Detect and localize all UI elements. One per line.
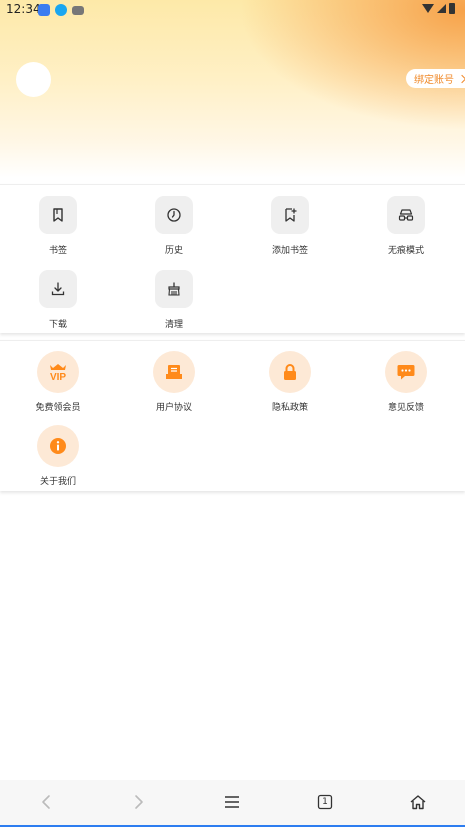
download-icon <box>39 270 77 308</box>
tv-app-icon <box>38 4 50 16</box>
tabs-icon[interactable]: 1 <box>315 792 335 812</box>
tool-label: 清理 <box>164 320 183 330</box>
info-icon <box>37 425 79 467</box>
status-time: 12:34 <box>6 2 41 16</box>
vip-crown-icon: VIP <box>37 351 79 393</box>
wifi-icon <box>422 4 434 13</box>
signal-icon <box>437 4 446 13</box>
tool-label: 书签 <box>48 246 67 256</box>
menu-icon[interactable] <box>222 792 242 812</box>
tool-bookmarks[interactable]: 书签 <box>0 196 116 256</box>
tool-incognito[interactable]: 无痕模式 <box>348 196 464 256</box>
tool-label: 下载 <box>48 320 67 330</box>
tool-label: 无痕模式 <box>387 246 424 256</box>
incognito-glasses-icon <box>387 196 425 234</box>
service-user-agreement[interactable]: 用户协议 <box>116 351 232 413</box>
service-label: 用户协议 <box>155 403 192 413</box>
service-free-vip[interactable]: VIP 免费领会员 <box>0 351 116 413</box>
service-privacy-policy[interactable]: 隐私政策 <box>232 351 348 413</box>
back-arrow-icon[interactable] <box>36 792 56 812</box>
bottom-nav: 1 <box>0 780 465 827</box>
service-label: 免费领会员 <box>35 403 81 413</box>
vip-text: VIP <box>50 372 66 383</box>
services-card: VIP 免费领会员 用户协议 隐私政策 意见反馈 关于我们 <box>0 340 465 491</box>
chevron-right-icon <box>457 74 465 83</box>
home-icon[interactable] <box>408 792 428 812</box>
profile-header: 12:34 绑定账号 <box>0 0 465 178</box>
qq-app-icon <box>55 4 67 16</box>
tab-count: 1 <box>322 797 328 807</box>
tool-clean[interactable]: 清理 <box>116 270 232 330</box>
game-app-icon <box>72 6 84 15</box>
privacy-lock-icon <box>269 351 311 393</box>
tool-label: 添加书签 <box>271 246 308 256</box>
status-bar: 12:34 <box>0 0 465 20</box>
history-clock-icon <box>155 196 193 234</box>
tool-add-bookmark[interactable]: 添加书签 <box>232 196 348 256</box>
service-label: 隐私政策 <box>271 403 308 413</box>
tool-history[interactable]: 历史 <box>116 196 232 256</box>
bind-account-button[interactable]: 绑定账号 <box>406 69 465 88</box>
service-label: 意见反馈 <box>387 403 424 413</box>
service-about-us[interactable]: 关于我们 <box>0 425 116 487</box>
tool-download[interactable]: 下载 <box>0 270 116 330</box>
service-label: 关于我们 <box>39 477 76 487</box>
add-bookmark-icon <box>271 196 309 234</box>
bookmark-icon <box>39 196 77 234</box>
feedback-chat-icon <box>385 351 427 393</box>
service-feedback[interactable]: 意见反馈 <box>348 351 464 413</box>
clean-broom-icon <box>155 270 193 308</box>
battery-icon <box>449 3 455 14</box>
user-agreement-icon <box>153 351 195 393</box>
bind-account-label: 绑定账号 <box>414 75 454 86</box>
tool-label: 历史 <box>164 246 183 256</box>
forward-arrow-icon[interactable] <box>129 792 149 812</box>
avatar[interactable] <box>16 62 51 97</box>
status-indicators <box>422 3 455 14</box>
tools-card: 书签 历史 添加书签 无痕模式 下载 清理 <box>0 184 465 333</box>
